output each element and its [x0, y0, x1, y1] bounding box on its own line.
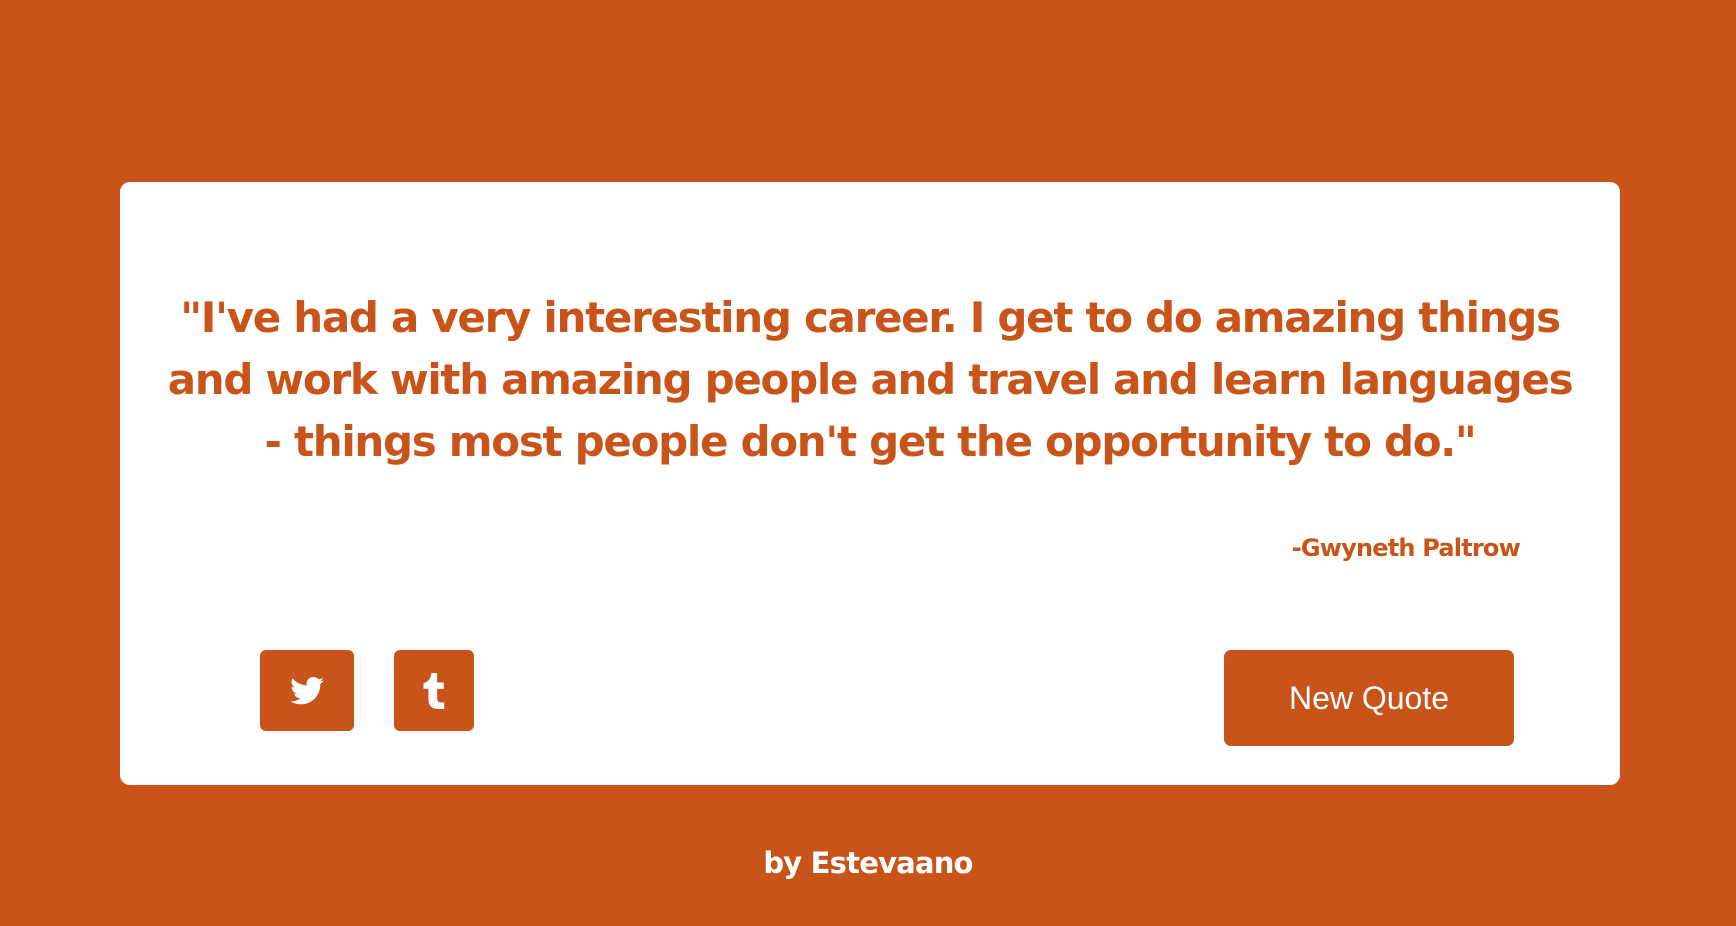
footer-credit: by Estevaano — [763, 846, 973, 880]
tweet-button[interactable] — [260, 650, 354, 731]
tumblr-icon — [423, 672, 445, 709]
twitter-icon — [290, 676, 324, 704]
new-quote-button[interactable]: New Quote — [1224, 650, 1514, 746]
quote-card: "I've had a very interesting career. I g… — [120, 182, 1620, 785]
quote-text: "I've had a very interesting career. I g… — [167, 293, 1574, 466]
tumblr-button[interactable] — [394, 650, 474, 731]
quote-author: -Gwyneth Paltrow — [1291, 534, 1521, 562]
